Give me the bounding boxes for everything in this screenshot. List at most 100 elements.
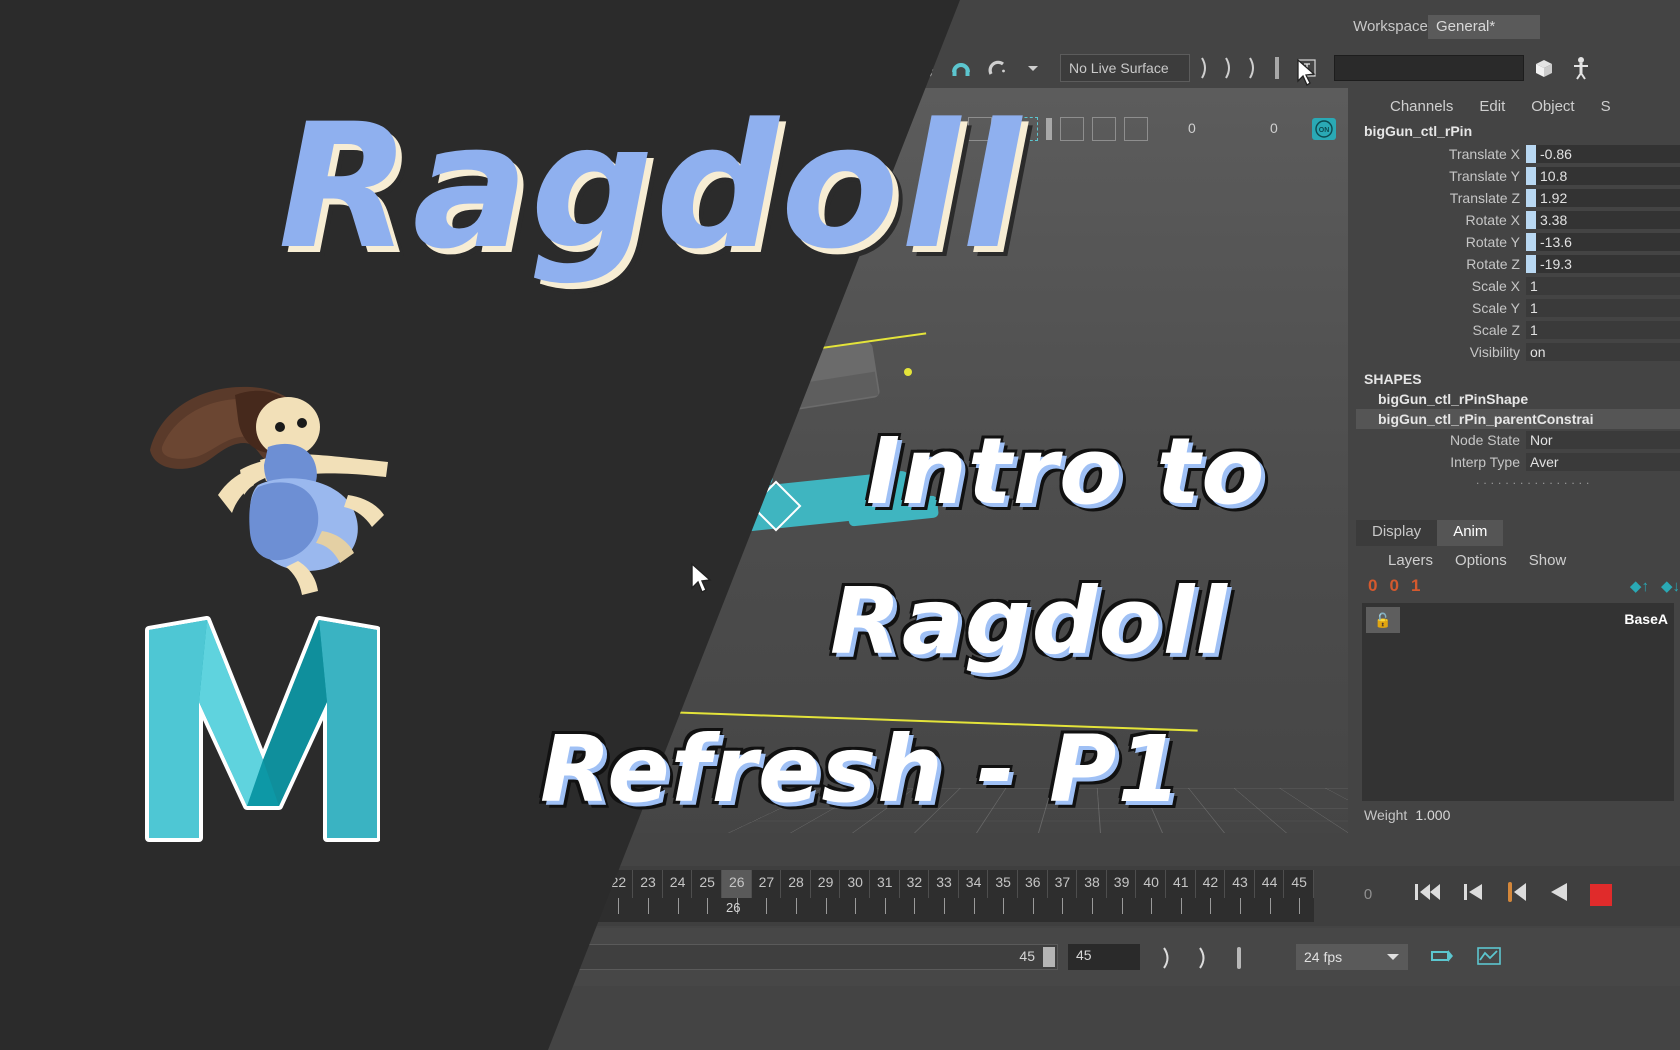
range-drag-handle-icon[interactable]: [1234, 946, 1244, 975]
play-backwards-icon[interactable]: [1548, 881, 1570, 908]
channel-row[interactable]: Rotate X 3.38: [1356, 209, 1680, 231]
rig-icon[interactable]: [1566, 52, 1596, 84]
separator-handle-1[interactable]: [1196, 53, 1214, 83]
live-surface-field[interactable]: No Live Surface: [1060, 54, 1190, 82]
channel-label: Translate X: [1448, 146, 1520, 162]
text-cursor-icon[interactable]: [1292, 52, 1322, 84]
time-slider-frame-label: 30: [847, 874, 863, 890]
menu-show[interactable]: Show: [1529, 552, 1567, 569]
channel-row[interactable]: Scale Y 1: [1356, 297, 1680, 319]
shape-attr-row[interactable]: Node State Nor: [1356, 429, 1680, 451]
graph-editor-icon[interactable]: [1476, 946, 1502, 971]
loop-icon[interactable]: [1428, 946, 1454, 971]
time-slider-frame-label: 38: [1084, 874, 1100, 890]
shape-node-item[interactable]: bigGun_ctl_rPin_parentConstrai: [1356, 409, 1680, 429]
menu-options[interactable]: Options: [1455, 552, 1507, 569]
channel-value[interactable]: 1: [1526, 299, 1680, 317]
unlock-icon[interactable]: 🔓: [1366, 607, 1400, 633]
channel-value[interactable]: 1.92: [1536, 189, 1680, 207]
menu-layers[interactable]: Layers: [1388, 552, 1433, 569]
range-handle-right-icon[interactable]: [1198, 946, 1208, 975]
key-all-icon[interactable]: 0: [1368, 576, 1377, 596]
3d-viewport[interactable]: 0 0 ON: [548, 88, 1348, 833]
channel-row[interactable]: Translate X -0.86: [1356, 143, 1680, 165]
shape-attr-value[interactable]: Aver: [1526, 453, 1680, 471]
menu-show[interactable]: S: [1601, 98, 1611, 115]
channel-box-panel: Channels Edit Object S bigGun_ctl_rPin T…: [1356, 88, 1680, 518]
channel-value[interactable]: 3.38: [1536, 211, 1680, 229]
viewport-on-toggle[interactable]: ON: [1312, 118, 1336, 140]
shape-attr-row[interactable]: Interp Type Aver: [1356, 451, 1680, 473]
base-animation-layer-label[interactable]: BaseA: [1624, 611, 1668, 627]
channel-value[interactable]: -0.86: [1536, 145, 1680, 163]
channel-value[interactable]: -13.6: [1536, 233, 1680, 251]
time-slider-tick: [766, 898, 768, 914]
duplicate-special-icon[interactable]: [1092, 117, 1116, 141]
time-slider[interactable]: 1 22 23 24 25 26 26 27 28 29 30 31 32 33 34 35 36 37 38 39 4…: [574, 870, 1314, 922]
range-end-field[interactable]: 45: [1068, 944, 1140, 970]
channel-label: Scale Z: [1472, 322, 1520, 338]
channel-value[interactable]: 1: [1526, 277, 1680, 295]
workspace-selector[interactable]: General*: [1428, 15, 1540, 39]
time-slider-tick: [1092, 898, 1093, 914]
channel-value[interactable]: on: [1526, 343, 1680, 361]
drag-handle-icon[interactable]: [1268, 53, 1286, 83]
tab-anim[interactable]: Anim: [1437, 520, 1504, 546]
command-input[interactable]: [1334, 55, 1524, 81]
channel-row[interactable]: Translate Y 10.8: [1356, 165, 1680, 187]
channel-row[interactable]: Scale X 1: [1356, 275, 1680, 297]
fps-selector[interactable]: 24 fps: [1296, 944, 1408, 970]
resize-dots[interactable]: ................: [1356, 473, 1680, 487]
channel-label: Scale X: [1471, 278, 1520, 294]
duplicate-icon[interactable]: [1060, 117, 1084, 141]
time-slider-tick: [944, 898, 945, 914]
current-time-field[interactable]: 0: [1338, 882, 1398, 906]
step-back-frame-icon[interactable]: [1504, 880, 1528, 909]
magnet-icon[interactable]: [946, 52, 976, 84]
marquee-select-icon[interactable]: [1014, 117, 1038, 141]
channel-row[interactable]: Translate Z 1.92: [1356, 187, 1680, 209]
range-slider-grip[interactable]: [1043, 947, 1055, 967]
time-slider-tick: [825, 898, 827, 914]
menu-channels[interactable]: Channels: [1390, 98, 1453, 115]
channel-row[interactable]: Rotate Y -13.6: [1356, 231, 1680, 253]
channel-label: Visibility: [1469, 344, 1520, 360]
key-layer-icon[interactable]: 1: [1411, 576, 1420, 596]
weight-control[interactable]: Weight 1.000: [1356, 801, 1680, 829]
playback-range-slider[interactable]: 45: [548, 944, 1058, 970]
time-slider-frame-label: 34: [965, 874, 982, 890]
shape-node-item[interactable]: bigGun_ctl_rPinShape: [1356, 389, 1680, 409]
menu-object[interactable]: Object: [1531, 98, 1574, 115]
menu-edit[interactable]: Edit: [1479, 98, 1505, 115]
channel-row[interactable]: Scale Z 1: [1356, 319, 1680, 341]
time-slider-frame-label: 23: [640, 874, 656, 890]
chevron-down-icon[interactable]: [1018, 52, 1048, 84]
weight-value[interactable]: 1.000: [1415, 807, 1450, 823]
stop-icon[interactable]: [1590, 883, 1612, 906]
time-slider-tick: [1210, 898, 1212, 914]
channel-row[interactable]: Visibility on: [1356, 341, 1680, 363]
cube-icon[interactable]: [1530, 52, 1560, 84]
separator-handle-2[interactable]: [1220, 53, 1238, 83]
separator-handle-3[interactable]: [1244, 53, 1262, 83]
shape-attr-value[interactable]: Nor: [1526, 431, 1680, 449]
key-selected-icon[interactable]: 0: [1389, 576, 1398, 596]
range-handle-left-icon[interactable]: [1162, 946, 1172, 975]
shape-attr-label: Node State: [1449, 432, 1520, 448]
paint-icon[interactable]: [1124, 117, 1148, 141]
snap-curve-icon[interactable]: [982, 52, 1012, 84]
move-layer-up-icon[interactable]: ◆↑: [1630, 577, 1649, 595]
animation-layer-list[interactable]: 🔓 BaseA: [1362, 603, 1674, 801]
channel-value[interactable]: 1: [1526, 321, 1680, 339]
time-slider-tick: [1299, 898, 1301, 914]
channel-value[interactable]: 10.8: [1536, 167, 1680, 185]
step-back-key-icon[interactable]: [1462, 881, 1484, 908]
channel-value[interactable]: -19.3: [1536, 255, 1680, 273]
channel-keyed-indicator: [1526, 189, 1536, 207]
snap-to-grid-icon[interactable]: [910, 52, 940, 84]
tab-display[interactable]: Display: [1356, 520, 1438, 546]
move-layer-down-icon[interactable]: ◆↓: [1661, 577, 1680, 595]
go-to-start-icon[interactable]: [1414, 881, 1442, 908]
render-region-icon[interactable]: [968, 117, 992, 141]
channel-row[interactable]: Rotate Z -19.3: [1356, 253, 1680, 275]
